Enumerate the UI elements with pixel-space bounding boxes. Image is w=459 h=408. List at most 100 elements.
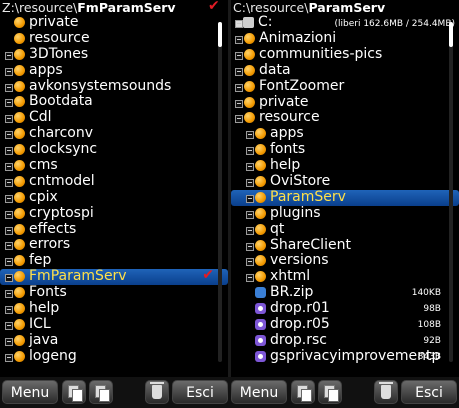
left-copy-button[interactable] (62, 380, 86, 404)
file-row[interactable]: drop.rsc 92B (231, 332, 459, 349)
right-exit-button[interactable]: Esci (401, 380, 457, 404)
expand-icon[interactable] (235, 67, 243, 76)
expand-icon[interactable] (5, 337, 13, 346)
expand-icon[interactable] (5, 131, 13, 140)
expand-icon[interactable] (5, 83, 13, 92)
left-delete-button[interactable] (145, 380, 169, 404)
folder-row[interactable]: apps (0, 62, 228, 79)
folder-row[interactable]: ParamServ (231, 189, 459, 206)
folder-row[interactable]: FmParamServ ✔ (0, 267, 228, 286)
item-label: avkonsystemsounds (29, 77, 172, 94)
folder-row[interactable]: private (231, 94, 459, 111)
expand-icon[interactable] (246, 210, 254, 219)
folder-row[interactable]: versions (231, 253, 459, 269)
folder-row[interactable]: FontZoomer (231, 78, 459, 95)
folder-row[interactable]: cpix (0, 189, 228, 206)
folder-row[interactable]: xhtml (231, 268, 459, 285)
expand-icon[interactable] (5, 115, 13, 124)
expand-icon[interactable] (235, 51, 243, 60)
folder-row[interactable]: logeng (0, 348, 228, 365)
folder-row[interactable]: plugins (231, 205, 459, 222)
folder-row[interactable]: Cdl (0, 109, 228, 126)
expand-icon[interactable] (5, 353, 13, 362)
folder-row[interactable]: communities-pics (231, 46, 459, 63)
zip-file-icon (255, 287, 266, 299)
expand-icon[interactable] (5, 99, 13, 108)
expand-icon[interactable] (5, 226, 13, 235)
folder-row[interactable]: resource (231, 110, 459, 126)
file-icon (255, 334, 266, 346)
expand-icon[interactable] (5, 258, 13, 267)
folder-row[interactable]: Fonts (0, 284, 228, 301)
right-scrollbar-thumb[interactable] (449, 22, 453, 47)
folder-row[interactable]: cryptospi (0, 205, 228, 222)
folder-row[interactable]: help (231, 157, 459, 174)
folder-row[interactable]: OviStore (231, 173, 459, 190)
expand-icon[interactable] (246, 179, 254, 188)
expand-icon[interactable] (5, 290, 13, 299)
expand-icon[interactable] (235, 99, 243, 108)
expand-icon[interactable] (5, 306, 13, 315)
folder-icon (14, 223, 25, 235)
folder-row[interactable]: ICL (0, 316, 228, 333)
left-move-button[interactable] (89, 380, 113, 404)
folder-row[interactable]: Bootdata (0, 94, 228, 110)
folder-row[interactable]: data (231, 62, 459, 79)
expand-icon[interactable] (235, 83, 243, 92)
folder-row[interactable]: fep (0, 252, 228, 269)
expand-icon[interactable] (5, 178, 13, 187)
right-menu-button[interactable]: Menu (231, 380, 287, 404)
folder-row[interactable]: private (0, 14, 228, 31)
right-copy-button[interactable] (291, 380, 315, 404)
folder-row[interactable]: cntmodel (0, 173, 228, 190)
expand-icon[interactable] (235, 115, 243, 124)
right-scrollbar[interactable] (449, 22, 453, 362)
folder-icon (244, 48, 255, 60)
folder-row[interactable]: 3DTones (0, 46, 228, 63)
right-delete-button[interactable] (374, 380, 398, 404)
collapse-icon[interactable] (235, 20, 243, 28)
expand-icon[interactable] (246, 226, 254, 235)
expand-icon[interactable] (5, 194, 13, 203)
left-scrollbar[interactable] (218, 22, 222, 362)
expand-icon[interactable] (246, 131, 254, 140)
expand-icon[interactable] (5, 210, 13, 219)
folder-row[interactable]: resource (0, 30, 228, 47)
expand-icon[interactable] (5, 67, 13, 76)
expand-icon[interactable] (5, 242, 13, 251)
folder-row[interactable]: java (0, 332, 228, 349)
expand-icon[interactable] (5, 51, 13, 60)
left-exit-button[interactable]: Esci (172, 380, 228, 404)
file-row[interactable]: drop.r01 98B (231, 300, 459, 317)
folder-row[interactable]: errors (0, 237, 228, 253)
expand-icon[interactable] (5, 163, 13, 172)
folder-row[interactable]: cms (0, 157, 228, 174)
file-row[interactable]: gsprivacyimprovementp 843B (231, 348, 459, 365)
expand-icon[interactable] (246, 147, 254, 156)
folder-row[interactable]: effects (0, 221, 228, 238)
expand-icon[interactable] (246, 274, 254, 283)
right-drive-row[interactable]: C: (liberi 162.6MB / 254.4MB) (231, 14, 459, 31)
expand-icon[interactable] (5, 147, 13, 156)
folder-row[interactable]: help (0, 300, 228, 317)
expand-icon[interactable] (246, 194, 254, 203)
expand-icon[interactable] (5, 274, 13, 283)
folder-row[interactable]: Animazioni (231, 30, 459, 47)
folder-row[interactable]: apps (231, 125, 459, 142)
expand-icon[interactable] (246, 258, 254, 267)
expand-icon[interactable] (235, 36, 243, 44)
expand-icon[interactable] (5, 321, 13, 330)
file-row[interactable]: BR.zip 140KB (231, 284, 459, 301)
expand-icon[interactable] (246, 163, 254, 172)
file-row[interactable]: drop.r05 108B (231, 316, 459, 333)
folder-row[interactable]: charconv (0, 125, 228, 142)
left-scrollbar-thumb[interactable] (218, 22, 222, 47)
folder-row[interactable]: ShareClient (231, 237, 459, 254)
expand-icon[interactable] (246, 242, 254, 251)
folder-row[interactable]: clocksync (0, 141, 228, 158)
folder-row[interactable]: qt (231, 221, 459, 238)
folder-row[interactable]: fonts (231, 141, 459, 158)
left-menu-button[interactable]: Menu (2, 380, 58, 404)
folder-row[interactable]: avkonsystemsounds (0, 77, 228, 95)
right-move-button[interactable] (318, 380, 342, 404)
